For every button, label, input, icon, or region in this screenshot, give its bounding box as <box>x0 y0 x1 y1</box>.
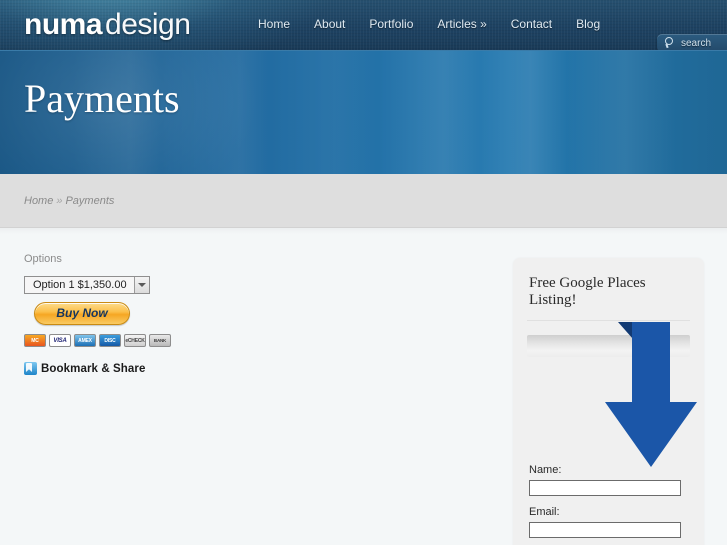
bookmark-share-button[interactable]: Bookmark & Share <box>24 362 484 375</box>
nav-item-contact[interactable]: Contact <box>511 17 552 31</box>
page-title: Payments <box>24 76 180 121</box>
name-field-row: Name: <box>513 464 704 496</box>
breadcrumb-separator: » <box>56 195 63 207</box>
search-box[interactable]: search <box>657 34 727 50</box>
widget-placeholder-bar <box>527 335 690 357</box>
option-select-value: Option 1 $1,350.00 <box>25 277 134 293</box>
main-column: Options Option 1 $1,350.00 Buy Now MC VI… <box>24 253 484 375</box>
bookmark-icon <box>24 362 37 375</box>
bank-icon: BANK <box>149 334 171 347</box>
echeck-icon: eCHECK <box>124 334 146 347</box>
email-field-row: Email: <box>513 506 704 538</box>
arrow-head <box>605 402 697 467</box>
options-label: Options <box>24 253 62 265</box>
breadcrumb-bar: Home» Payments <box>0 174 727 228</box>
widget-title: Free Google Places Listing! <box>529 275 646 308</box>
widget-divider <box>527 320 690 321</box>
logo-light-text: design <box>105 8 191 41</box>
breadcrumb-home-link[interactable]: Home <box>24 195 53 207</box>
discover-card-icon: DISC <box>99 334 121 347</box>
logo-bold-text: numa <box>24 8 103 41</box>
visa-icon: VISA <box>49 334 71 347</box>
chevron-down-icon[interactable] <box>133 277 149 293</box>
nav-item-about[interactable]: About <box>314 17 345 31</box>
search-icon <box>664 37 676 49</box>
buy-now-button[interactable]: Buy Now <box>34 302 130 325</box>
amex-icon: AMEX <box>74 334 96 347</box>
name-label: Name: <box>529 464 562 476</box>
nav-item-portfolio[interactable]: Portfolio <box>369 17 413 31</box>
breadcrumb: Home» Payments <box>24 195 114 207</box>
sidebar-widget: Free Google Places Listing! Name: Email: <box>513 258 704 545</box>
page-root: numa design Home About Portfolio Articles… <box>0 0 727 545</box>
main-navigation: Home About Portfolio Articles » Contact … <box>258 17 600 31</box>
site-logo[interactable]: numa design <box>24 6 191 44</box>
mastercard-icon: MC <box>24 334 46 347</box>
nav-item-home[interactable]: Home <box>258 17 290 31</box>
nav-item-articles[interactable]: Articles » <box>437 17 486 31</box>
site-header: numa design Home About Portfolio Articles… <box>0 0 727 50</box>
bookmark-share-label: Bookmark & Share <box>41 362 146 375</box>
name-input[interactable] <box>529 480 681 496</box>
page-banner: Payments <box>0 50 727 174</box>
accepted-payment-methods: MC VISA AMEX DISC eCHECK BANK <box>24 334 484 347</box>
option-select[interactable]: Option 1 $1,350.00 <box>24 276 150 294</box>
nav-item-blog[interactable]: Blog <box>576 17 600 31</box>
email-label: Email: <box>529 506 560 518</box>
search-placeholder-text: search <box>681 37 712 49</box>
breadcrumb-current: Payments <box>65 195 115 207</box>
email-input[interactable] <box>529 522 681 538</box>
